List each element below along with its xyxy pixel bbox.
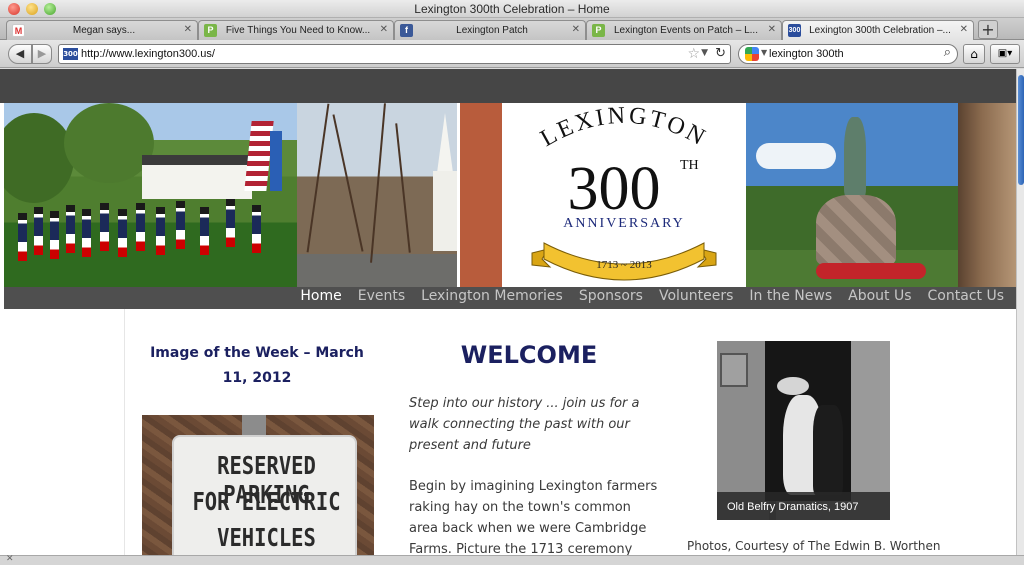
lexington-center-photo: [297, 103, 502, 287]
tab-lexington-patch[interactable]: f Lexington Patch ✕: [394, 20, 586, 40]
tab-close-icon[interactable]: ✕: [572, 24, 580, 35]
nav-about-us[interactable]: About Us: [848, 288, 911, 304]
parking-sign: RESERVED PARKING FOR ELECTRIC VEHICLES O…: [172, 435, 357, 555]
nav-events[interactable]: Events: [358, 288, 405, 304]
image-of-week-title-line1: Image of the Week – March: [150, 345, 364, 361]
bookmark-star-icon[interactable]: ☆: [687, 46, 700, 62]
logo-lexington-text: LEXINGTON: [536, 103, 708, 152]
google-icon[interactable]: [745, 47, 759, 61]
forward-button[interactable]: ▶: [32, 44, 52, 64]
window-titlebar: Lexington 300th Celebration – Home: [0, 0, 1024, 18]
logo-th-text: TH: [680, 158, 699, 173]
photo-caption: Old Belfry Dramatics, 1907: [727, 501, 859, 513]
home-icon: ⌂: [970, 47, 978, 61]
tab-lexington-events[interactable]: P Lexington Events on Patch – L... ✕: [586, 20, 782, 40]
nav-volunteers[interactable]: Volunteers: [659, 288, 733, 304]
militia-parade-photo: [4, 103, 297, 287]
belfry-dramatics-photo[interactable]: Old Belfry Dramatics, 1907: [717, 341, 890, 520]
sign-line: FOR ELECTRIC: [192, 487, 341, 516]
search-box[interactable]: ▼ lexington 300th ⌕: [738, 44, 958, 64]
window-title: Lexington 300th Celebration – Home: [414, 2, 610, 16]
body-line: Begin by imagining Lexington farmers: [409, 479, 658, 494]
pond-photo: [958, 103, 1016, 287]
tab-label: Lexington Patch: [456, 25, 528, 36]
reload-icon[interactable]: ↻: [715, 46, 726, 61]
tab-bar: M Megan says... ✕ P Five Things You Need…: [0, 18, 1024, 40]
image-of-week-photo[interactable]: RESERVED PARKING FOR ELECTRIC VEHICLES O…: [142, 415, 374, 555]
intro-line: Step into our history ... join us for a: [409, 396, 640, 411]
nav-sponsors[interactable]: Sponsors: [579, 288, 643, 304]
photo-credit: Photos, Courtesy of The Edwin B. Worthen: [687, 539, 941, 553]
header-banner: LEXINGTON 300 TH ANNIVERSARY 1713 ~ 2013: [4, 103, 1016, 287]
logo-300-text: 300: [568, 155, 661, 223]
vertical-scrollbar[interactable]: [1016, 69, 1024, 555]
close-addon-bar-icon[interactable]: ✕: [6, 554, 14, 564]
image-of-week-title-line2: 11, 2012: [222, 370, 292, 386]
facebook-icon: f: [400, 24, 413, 37]
patch-icon: P: [204, 24, 217, 37]
page-viewport: LEXINGTON 300 TH ANNIVERSARY 1713 ~ 2013…: [0, 69, 1016, 555]
tab-label: Lexington 300th Celebration –...: [809, 25, 951, 36]
gmail-icon: M: [12, 24, 25, 37]
back-button[interactable]: ◀: [8, 44, 32, 64]
tab-label: Megan says...: [72, 25, 136, 36]
search-engine-dropdown-icon[interactable]: ▼: [761, 48, 767, 57]
search-icon[interactable]: ⌕: [944, 45, 951, 60]
body-line: area back when we were Cambridge: [409, 521, 647, 536]
site-favicon-icon: 300: [63, 48, 78, 60]
main-nav: Home Events Lexington Memories Sponsors …: [4, 287, 1016, 309]
image-of-week-title: Image of the Week – March 11, 2012: [144, 341, 370, 391]
tab-close-icon[interactable]: ✕: [184, 24, 192, 35]
search-input[interactable]: lexington 300th: [769, 48, 844, 60]
lexington-300-logo: LEXINGTON 300 TH ANNIVERSARY 1713 ~ 2013: [502, 103, 746, 287]
tab-close-icon[interactable]: ✕: [380, 24, 388, 35]
body-text: Begin by imagining Lexington farmers rak…: [409, 476, 659, 555]
page-top-strip: [0, 69, 1016, 103]
history-dropdown-icon[interactable]: ▼: [701, 48, 708, 58]
tab-label: Five Things You Need to Know...: [225, 25, 371, 36]
url-text[interactable]: http://www.lexington300.us/: [81, 48, 215, 60]
intro-text: Step into our history ... join us for a …: [409, 393, 659, 456]
column-divider: [124, 309, 125, 555]
tab-close-icon[interactable]: ✕: [960, 24, 968, 35]
tab-five-things[interactable]: P Five Things You Need to Know... ✕: [198, 20, 394, 40]
tab-gmail[interactable]: M Megan says... ✕: [6, 20, 198, 40]
tab-close-icon[interactable]: ✕: [768, 24, 776, 35]
body-line: raking hay on the town's common: [409, 500, 631, 515]
logo-anniversary-text: ANNIVERSARY: [563, 216, 685, 231]
sign-line: VEHICLES ONLY: [217, 523, 316, 555]
scrollbar-thumb[interactable]: [1018, 75, 1024, 185]
bookmarks-menu-button[interactable]: ▣▾: [990, 44, 1020, 64]
url-bar[interactable]: 300 http://www.lexington300.us/ ☆ ▼ ↻: [58, 44, 731, 64]
nav-home[interactable]: Home: [300, 288, 341, 304]
nav-in-the-news[interactable]: In the News: [749, 288, 832, 304]
nav-lexington-memories[interactable]: Lexington Memories: [421, 288, 563, 304]
new-tab-button[interactable]: +: [978, 20, 998, 39]
forward-arrow-icon: ▶: [37, 47, 47, 60]
tab-label: Lexington Events on Patch – L...: [614, 25, 758, 36]
nav-contact-us[interactable]: Contact Us: [928, 288, 1004, 304]
tab-lexington-300th[interactable]: 300 Lexington 300th Celebration –... ✕: [782, 20, 974, 40]
intro-line: walk connecting the past with our: [409, 417, 630, 432]
body-line: Farms. Picture the 1713 ceremony: [409, 542, 633, 555]
status-bar: ✕: [0, 554, 1024, 565]
patch-icon: P: [592, 24, 605, 37]
bookmarks-menu-icon: ▣▾: [997, 48, 1013, 59]
lex300-icon: 300: [788, 24, 801, 37]
svg-text:LEXINGTON: LEXINGTON: [536, 103, 711, 152]
navigation-toolbar: ◀ ▶ 300 http://www.lexington300.us/ ☆ ▼ …: [0, 40, 1024, 68]
welcome-heading: WELCOME: [460, 341, 598, 369]
back-arrow-icon: ◀: [15, 47, 25, 60]
minuteman-statue-photo: [746, 103, 958, 287]
home-button[interactable]: ⌂: [963, 44, 985, 64]
logo-years-text: 1713 ~ 2013: [596, 259, 652, 271]
intro-line: present and future: [409, 438, 531, 453]
